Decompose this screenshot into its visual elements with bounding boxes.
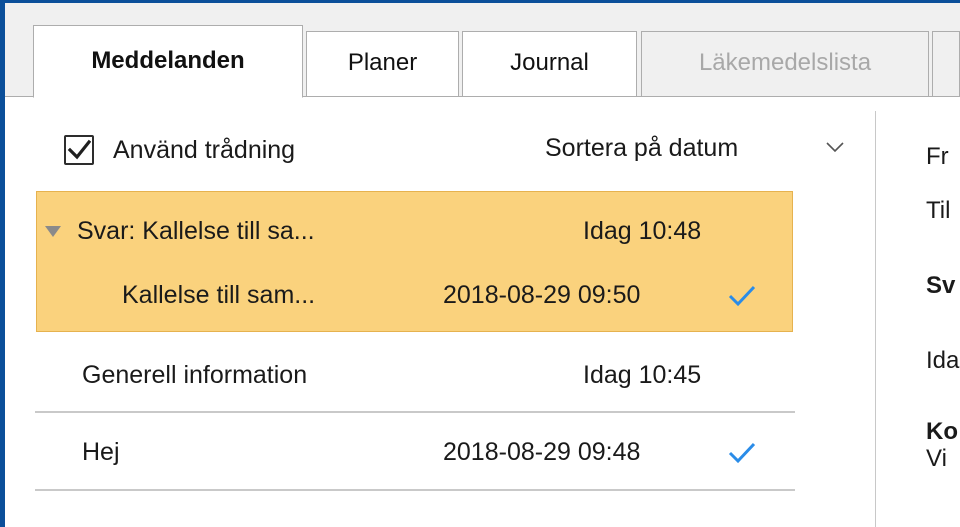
message-subject[interactable]: Svar: Kallelse till sa... bbox=[77, 214, 315, 248]
threading-checkbox[interactable] bbox=[64, 135, 94, 165]
read-check-icon bbox=[728, 442, 756, 464]
app-window: Meddelanden Planer Journal Läkemedelslis… bbox=[0, 0, 960, 527]
sort-dropdown[interactable]: Sortera på datum bbox=[545, 131, 738, 165]
preview-date: Ida bbox=[926, 347, 960, 374]
tab-strip: Meddelanden Planer Journal Läkemedelslis… bbox=[5, 3, 960, 98]
threading-label[interactable]: Använd trådning bbox=[113, 133, 295, 167]
row-divider bbox=[35, 489, 795, 491]
message-preview-pane: Fr Til Sv Ida Ko Vi bbox=[876, 97, 960, 527]
message-subject[interactable]: Generell information bbox=[82, 358, 307, 392]
read-check-icon bbox=[728, 285, 756, 307]
tab-journal[interactable]: Journal bbox=[462, 31, 637, 97]
preview-from-label: Fr bbox=[926, 143, 949, 170]
message-date: Idag 10:45 bbox=[583, 361, 702, 389]
message-date: 2018-08-29 09:50 bbox=[443, 281, 641, 309]
message-subject[interactable]: Hej bbox=[82, 435, 120, 469]
checkmark-icon bbox=[67, 139, 91, 160]
preview-body-text: Vi bbox=[926, 445, 947, 472]
message-date: Idag 10:48 bbox=[583, 217, 702, 245]
collapse-thread-icon[interactable] bbox=[43, 225, 63, 239]
message-date: 2018-08-29 09:48 bbox=[443, 438, 641, 466]
tab-meddelanden[interactable]: Meddelanden bbox=[33, 25, 303, 98]
tab-planer[interactable]: Planer bbox=[306, 31, 459, 97]
tab-lakemedelslista: Läkemedelslista bbox=[641, 31, 929, 97]
preview-subject: Sv bbox=[926, 272, 956, 299]
row-divider bbox=[35, 411, 795, 413]
chevron-down-icon[interactable] bbox=[825, 141, 845, 153]
tab-overflow bbox=[932, 31, 960, 97]
message-subject[interactable]: Kallelse till sam... bbox=[122, 278, 315, 312]
preview-to-label: Til bbox=[926, 197, 951, 224]
